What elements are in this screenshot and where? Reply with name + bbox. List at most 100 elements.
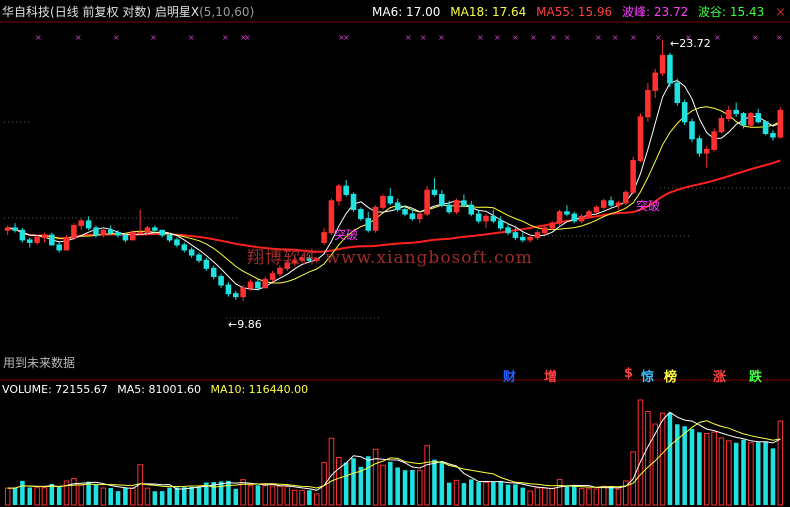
candle-body bbox=[41, 234, 48, 238]
volume-bar bbox=[675, 424, 680, 505]
candle-body bbox=[578, 215, 585, 222]
candle-body bbox=[12, 227, 18, 231]
candle-body bbox=[549, 222, 555, 229]
candle-body bbox=[667, 54, 673, 84]
candle-body bbox=[152, 227, 158, 231]
top-marker: × bbox=[512, 33, 519, 42]
candle-body bbox=[380, 196, 386, 208]
candle-body bbox=[681, 102, 688, 123]
candle-body bbox=[416, 213, 423, 220]
candle-body bbox=[615, 202, 622, 206]
candle-body bbox=[630, 160, 636, 193]
volume-bar bbox=[299, 489, 305, 506]
volume-bar bbox=[284, 486, 291, 506]
candle-body bbox=[93, 227, 99, 236]
top-marker: × bbox=[564, 33, 571, 42]
volume-bar bbox=[542, 487, 548, 506]
top-marker: × bbox=[612, 33, 619, 42]
volume-bar bbox=[372, 448, 379, 506]
volume-bar bbox=[269, 485, 276, 506]
candle-body bbox=[755, 113, 762, 123]
volume-bar bbox=[49, 483, 55, 505]
candle-body bbox=[726, 109, 732, 119]
top-marker: × bbox=[222, 33, 229, 42]
candle-body bbox=[225, 284, 232, 295]
candle-body bbox=[166, 234, 173, 241]
candle-body bbox=[542, 227, 548, 234]
candle-body bbox=[210, 267, 217, 278]
candle-body bbox=[468, 204, 475, 215]
volume-bar bbox=[593, 488, 600, 506]
volume-bar bbox=[196, 486, 202, 505]
candle-body bbox=[593, 206, 600, 213]
volume-bar bbox=[682, 426, 687, 505]
candle-body bbox=[49, 234, 55, 246]
candle-body bbox=[196, 254, 202, 261]
volume-bar bbox=[645, 410, 651, 506]
candle-body bbox=[277, 267, 283, 275]
volume-bar bbox=[777, 420, 784, 506]
candle-body bbox=[600, 200, 607, 208]
candle-body bbox=[240, 287, 246, 298]
volume-bar bbox=[233, 488, 239, 505]
volume-legend: VOLUME: 72155.67 MA5: 81001.60 MA10: 116… bbox=[2, 383, 314, 396]
volume-bar bbox=[527, 490, 533, 506]
candle-body bbox=[100, 229, 107, 236]
volume-bar bbox=[483, 481, 489, 506]
watermark: 翔博软件 www.xiangbosoft.com bbox=[247, 248, 533, 268]
volume-bar bbox=[424, 445, 430, 506]
volume-bar bbox=[453, 479, 460, 506]
volume-bar bbox=[351, 458, 356, 505]
volume-bar bbox=[770, 448, 776, 505]
volume-bar bbox=[4, 487, 11, 506]
candle-body bbox=[740, 113, 747, 126]
candle-body bbox=[564, 211, 570, 215]
volume-bar bbox=[726, 440, 732, 506]
candle-body bbox=[534, 232, 541, 238]
volume-bar bbox=[277, 485, 283, 506]
volume-bar bbox=[93, 484, 99, 505]
top-marker: × bbox=[477, 33, 484, 42]
volume-bar bbox=[167, 487, 172, 505]
volume-bar bbox=[247, 485, 254, 506]
volume-bar bbox=[578, 488, 585, 506]
top-marker: × bbox=[630, 33, 637, 42]
candle-body bbox=[453, 200, 460, 213]
volume-bar bbox=[328, 437, 335, 506]
candle-body bbox=[174, 239, 180, 246]
candle-body bbox=[483, 215, 489, 222]
volume-bar bbox=[600, 485, 607, 506]
candle-body bbox=[394, 202, 401, 211]
candle-body bbox=[4, 227, 11, 231]
volume-bar bbox=[226, 480, 231, 505]
signal-zeng: 增 bbox=[544, 370, 558, 385]
volume-bar bbox=[564, 485, 570, 505]
candle-body bbox=[269, 273, 276, 280]
top-marker: × bbox=[150, 33, 157, 42]
volume-bar bbox=[144, 487, 151, 506]
candle-body bbox=[365, 218, 372, 231]
volume-bar bbox=[123, 487, 128, 505]
top-marker: × bbox=[75, 33, 82, 42]
candle-body bbox=[372, 206, 379, 231]
volume-bar bbox=[255, 485, 261, 505]
low-price-label: ←9.86 bbox=[228, 318, 262, 331]
volume-bar bbox=[476, 482, 481, 505]
volume-bar bbox=[86, 481, 91, 505]
candle-body bbox=[519, 236, 526, 241]
candle-body bbox=[218, 276, 224, 286]
top-marker: × bbox=[35, 33, 42, 42]
top-marker: × bbox=[405, 33, 412, 42]
volume-bar bbox=[100, 487, 107, 506]
top-marker: × bbox=[438, 33, 445, 42]
candle-body bbox=[689, 121, 695, 140]
candle-body bbox=[409, 213, 416, 220]
candle-body bbox=[358, 209, 364, 220]
signal-bang: 榜 bbox=[664, 370, 678, 385]
volume-bar bbox=[108, 487, 113, 505]
volume-bar bbox=[468, 479, 474, 505]
volume-bar bbox=[498, 481, 503, 505]
candle-body bbox=[203, 259, 210, 269]
volume-bar bbox=[380, 464, 386, 506]
volume-bar bbox=[733, 442, 739, 505]
